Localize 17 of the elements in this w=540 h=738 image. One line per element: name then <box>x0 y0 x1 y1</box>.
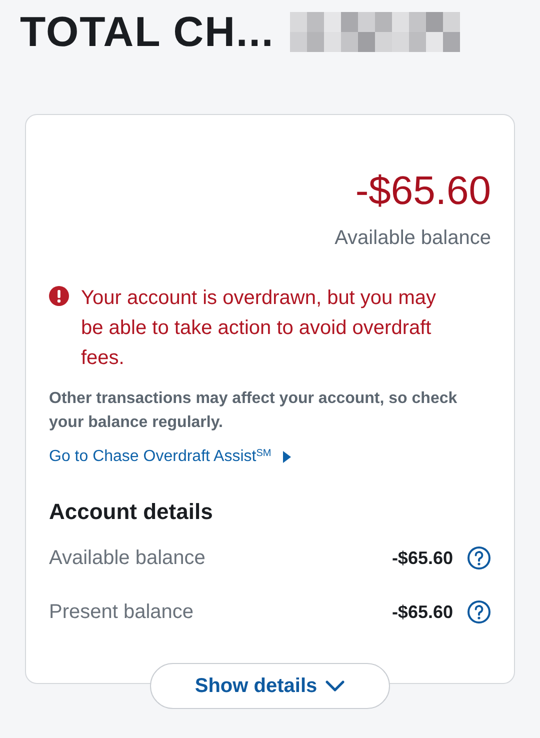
overdraft-assist-link[interactable]: Go to Chase Overdraft Assist$^{SM}$ <box>49 445 292 469</box>
alert-icon <box>49 286 69 306</box>
balance-amount: -$65.60 <box>355 171 491 211</box>
page-title: TOTAL CH... <box>20 11 274 53</box>
section-title: Account details <box>49 498 214 526</box>
chevron-down-icon <box>325 680 346 692</box>
help-icon[interactable] <box>467 600 491 624</box>
balance-label: Available balance <box>334 226 491 251</box>
row-value: -$65.60 <box>392 546 453 570</box>
row-label: Present balance <box>49 600 195 625</box>
triangle-icon <box>283 451 292 463</box>
row-value: -$65.60 <box>392 600 453 624</box>
info-text: Other transactions may affect your account, so check your balance regularly. <box>49 389 458 433</box>
alert-message: Your account is overdrawn, but you may be able to take action to avoid overdraft fees. <box>81 286 438 371</box>
row-label: Available balance <box>49 546 206 571</box>
show-details-button[interactable]: Show details <box>150 663 390 709</box>
help-icon[interactable] <box>467 546 491 570</box>
